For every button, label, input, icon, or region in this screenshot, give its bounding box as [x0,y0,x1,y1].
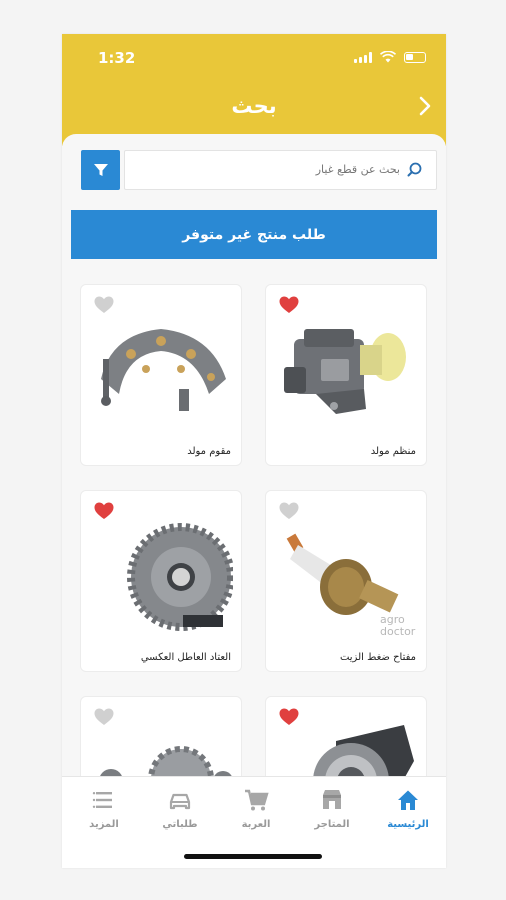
wifi-icon [380,51,396,63]
filter-button[interactable] [81,150,120,190]
home-indicator [184,854,322,859]
battery-icon [404,51,426,63]
product-card[interactable]: منظم مولد [265,284,427,466]
filter-icon [93,164,108,176]
request-unavailable-product-button[interactable]: طلب منتج غير متوفر [71,210,437,259]
product-name: مفتاح ضغط الزيت [339,652,416,663]
nav-item-home[interactable]: الرئيسية [370,787,446,830]
status-icons [354,51,426,63]
nav-label: الرئيسية [387,819,429,830]
nav-label: المزيد [89,819,119,830]
product-card[interactable]: العتاد العاطل العكسي [80,490,242,672]
product-card[interactable]: agro doctor مفتاح ضغط الزيت [265,490,427,672]
cart-icon [245,789,269,811]
signal-icon [354,51,372,63]
nav-label: المتاجر [314,819,350,830]
search-box[interactable] [124,150,437,190]
product-image-rectifier [101,329,226,411]
product-image-oil-pressure-switch: agro doctor [286,533,416,635]
nav-item-orders[interactable]: طلباتي [142,787,218,830]
home-icon [398,790,418,810]
menu-icon [92,792,112,808]
search-icon[interactable] [406,161,424,179]
product-name: منظم مولد [370,446,416,457]
nav-item-stores[interactable]: المتاجر [294,787,370,830]
page-title: بحث [231,94,277,118]
search-input[interactable] [140,151,400,187]
status-time: 1:32 [98,49,136,67]
store-icon [323,790,341,809]
nav-label: طلباتي [162,819,198,830]
header-bar: 1:32 بحث [62,34,446,146]
main-content: طلب منتج غير متوفر منظم مولد [62,134,446,868]
product-card[interactable]: مقوم مولد [80,284,242,466]
phone-screen: 1:32 بحث بحث عن قطع غيار طلب منتج غير مت… [62,34,446,868]
nav-item-cart[interactable]: العربة [218,787,294,830]
car-icon [169,793,191,810]
search-row [81,150,437,190]
product-name: مقوم مولد [187,446,231,457]
product-image-reverse-idler-gear [127,523,233,631]
product-name: العتاد العاطل العكسي [140,652,231,663]
product-image-regulator [284,329,406,414]
svg-text:doctor: doctor [380,625,416,635]
agro-doctor-watermark: agro doctor [380,613,416,635]
back-chevron-icon[interactable] [414,94,436,118]
nav-label: العربة [241,819,271,830]
nav-item-more[interactable]: المزيد [66,787,142,830]
